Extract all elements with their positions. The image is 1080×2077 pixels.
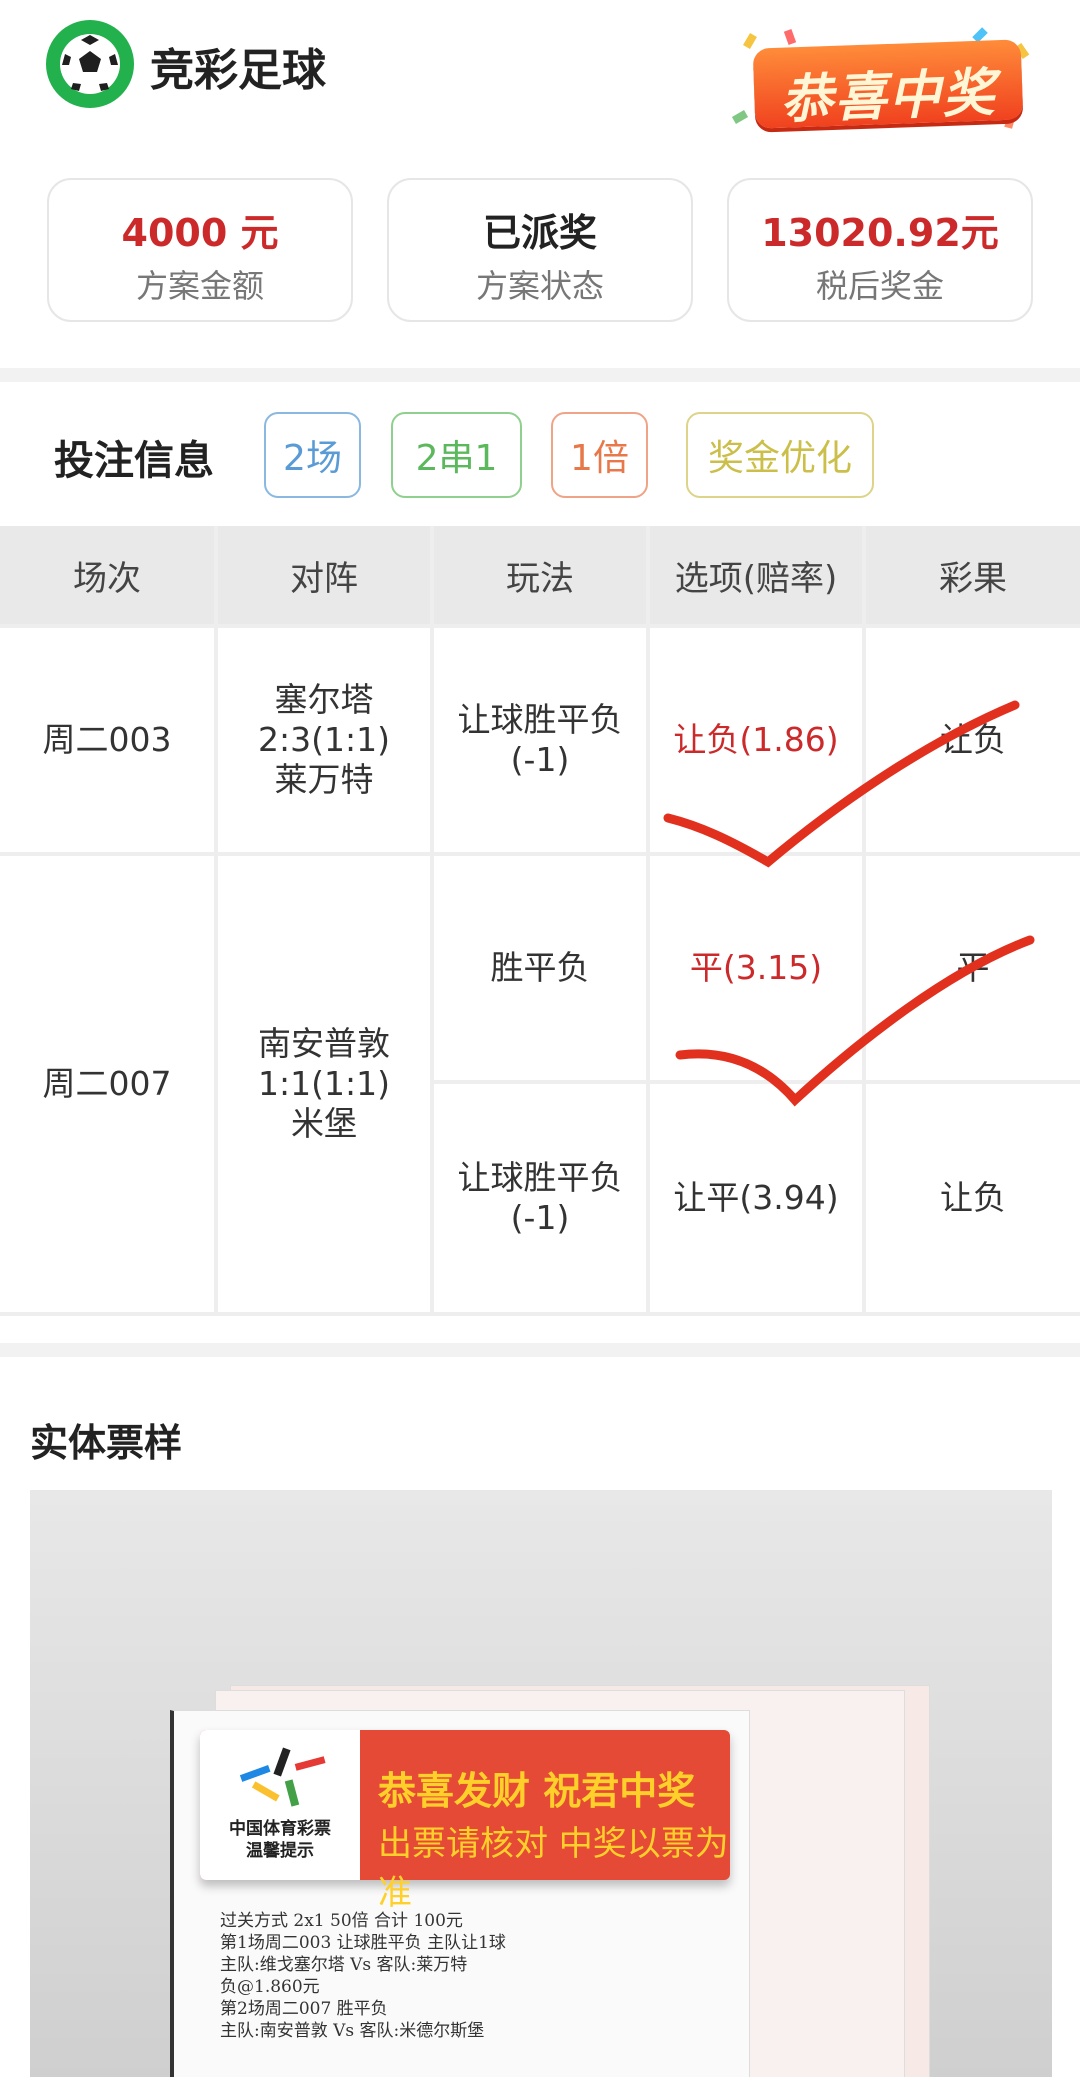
ticket-print-line: 过关方式 2x1 50倍 合计 100元	[220, 1911, 463, 1931]
congrats-text: 恭喜中奖	[779, 63, 998, 131]
table-cell-result: 让负	[866, 628, 1080, 852]
plan-amount-card: 4000 元 方案金额	[47, 178, 353, 322]
table-grid-line	[430, 526, 434, 1312]
ticket-print-text: 过关方式 2x1 50倍 合计 100元 第1场周二003 让球胜平负 主队让1…	[220, 1910, 690, 2042]
table-cell-option: 让负(1.86)	[650, 628, 862, 852]
tag-match-count: 2场	[264, 412, 361, 498]
table-cell-play: 胜平负	[434, 856, 646, 1080]
app-header: 竞彩足球 恭喜中奖	[0, 0, 1080, 131]
acrylic-line-2: 出票请核对 中奖以票为准	[378, 1824, 729, 1913]
after-tax-prize-label: 税后奖金	[815, 267, 944, 305]
ticket-print-line: 主队:维戈塞尔塔 Vs 客队:莱万特	[220, 1955, 468, 1975]
after-tax-prize-value: 13020.92元	[761, 211, 999, 255]
table-cell-match-no: 周二007	[0, 856, 214, 1312]
away-team: 米堡	[291, 1104, 357, 1143]
plan-amount-label: 方案金额	[135, 267, 264, 305]
away-team: 莱万特	[274, 760, 374, 799]
table-grid-line	[430, 1080, 1080, 1084]
acrylic-org-subtitle: 温馨提示	[246, 1841, 314, 1861]
section-divider	[0, 368, 1080, 382]
lottery-logo-icon	[239, 1747, 326, 1807]
ticket-print-line: 负@1.860元	[220, 1977, 320, 1997]
table-cell-result: 平	[866, 856, 1080, 1080]
summary-cards: 4000 元 方案金额 已派奖 方案状态 13020.92元 税后奖金	[0, 178, 1080, 328]
score: 2:3(1:1)	[258, 720, 390, 759]
table-header-teams: 对阵	[218, 526, 430, 624]
tag-multiplier: 1倍	[551, 412, 648, 498]
app-title: 竞彩足球	[150, 45, 326, 96]
acrylic-line-1: 恭喜发财 祝君中奖	[378, 1769, 696, 1813]
table-grid-line	[0, 1312, 1080, 1316]
after-tax-prize-card: 13020.92元 税后奖金	[727, 178, 1033, 322]
table-header-result: 彩果	[866, 526, 1080, 624]
ticket-print-line: 第2场周二007 胜平负	[220, 1999, 388, 2019]
table-cell-play: 让球胜平负 (-1)	[434, 1084, 646, 1312]
plan-status-label: 方案状态	[475, 267, 604, 305]
play-handicap: (-1)	[510, 740, 570, 779]
ticket-print-line: 主队:南安普敦 Vs 客队:米德尔斯堡	[220, 2021, 485, 2041]
table-grid-line	[214, 526, 218, 1312]
table-cell-option: 让平(3.94)	[650, 1084, 862, 1312]
section-divider	[0, 1343, 1080, 1357]
ticket-sample-title: 实体票样	[30, 1421, 183, 1465]
table-header-match-no: 场次	[0, 526, 214, 624]
play-type: 让球胜平负	[457, 1158, 623, 1197]
home-team: 塞尔塔	[274, 680, 374, 719]
table-grid-line	[0, 624, 1080, 628]
congrats-badge: 恭喜中奖	[726, 27, 1036, 131]
plan-amount-value: 4000 元	[121, 211, 279, 255]
ticket-photo: 中国体育彩票 温馨提示 恭喜发财 祝君中奖 出票请核对 中奖以票为准 过关方式 …	[30, 1490, 1052, 2077]
table-cell-option: 平(3.15)	[650, 856, 862, 1080]
tag-prize-optimize: 奖金优化	[686, 412, 874, 498]
table-grid-line	[862, 526, 866, 1312]
table-cell-match-no: 周二003	[0, 628, 214, 852]
plan-status-card: 已派奖 方案状态	[387, 178, 693, 322]
soccer-ball-icon	[46, 20, 134, 108]
table-cell-result: 让负	[866, 1084, 1080, 1312]
acrylic-reminder-block: 中国体育彩票 温馨提示 恭喜发财 祝君中奖 出票请核对 中奖以票为准	[200, 1730, 730, 1913]
table-cell-teams: 塞尔塔 2:3(1:1) 莱万特	[218, 628, 430, 852]
play-handicap: (-1)	[510, 1198, 570, 1237]
ticket-print-line: 第1场周二003 让球胜平负 主队让1球	[220, 1933, 506, 1953]
acrylic-org-name: 中国体育彩票	[229, 1819, 331, 1839]
table-header-option: 选项(赔率)	[650, 526, 862, 624]
tag-parlay-type: 2串1	[391, 412, 522, 498]
table-grid-line	[646, 526, 650, 1312]
home-team: 南安普敦	[258, 1024, 390, 1063]
play-type: 让球胜平负	[457, 700, 623, 739]
table-header-play: 玩法	[434, 526, 646, 624]
play-type: 胜平负	[490, 948, 590, 987]
table-cell-play: 让球胜平负 (-1)	[434, 628, 646, 852]
table-grid-line	[0, 852, 1080, 856]
score: 1:1(1:1)	[258, 1064, 390, 1103]
plan-status-value: 已派奖	[482, 211, 597, 255]
bet-info-title: 投注信息	[54, 438, 214, 484]
table-cell-teams: 南安普敦 1:1(1:1) 米堡	[218, 856, 430, 1312]
